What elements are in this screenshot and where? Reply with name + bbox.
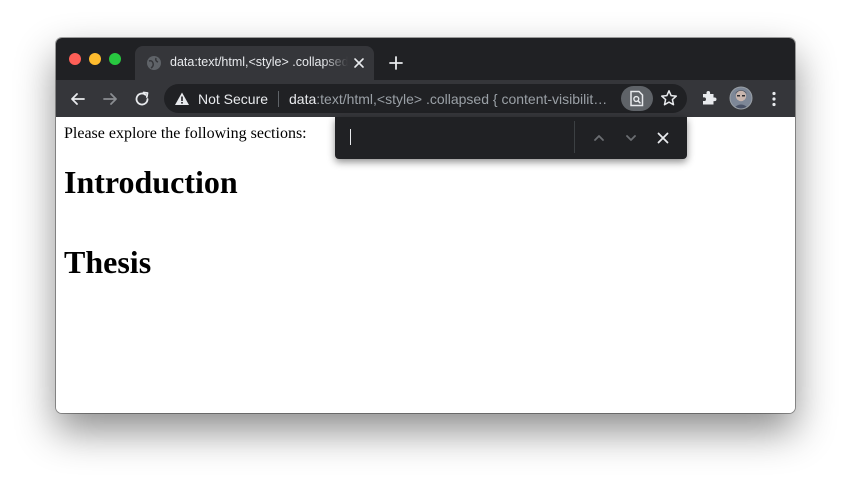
address-bar[interactable]: Not Secure data:text/html,<style> .colla… xyxy=(164,84,687,113)
avatar[interactable] xyxy=(729,86,753,110)
page-content: Please explore the following sections: I… xyxy=(56,117,795,413)
minimize-window-button[interactable] xyxy=(89,53,101,65)
text-caret xyxy=(350,129,351,145)
find-in-page-icon xyxy=(630,90,644,107)
star-icon[interactable] xyxy=(660,89,678,107)
heading-introduction: Introduction xyxy=(64,164,238,200)
tab-strip: data:text/html,<style> .collapsed { cont… xyxy=(56,38,795,80)
close-icon[interactable] xyxy=(352,56,366,70)
tab-title: data:text/html,<style> .collapsed { cont… xyxy=(170,55,348,69)
intro-text: Please explore the following sections: xyxy=(64,125,307,142)
close-window-button[interactable] xyxy=(69,53,81,65)
toolbar: Not Secure data:text/html,<style> .colla… xyxy=(56,80,795,117)
back-arrow-icon[interactable] xyxy=(68,89,88,109)
reload-icon[interactable] xyxy=(132,89,152,109)
forward-arrow-icon[interactable] xyxy=(100,89,120,109)
warning-icon[interactable] xyxy=(174,91,190,107)
url-text[interactable]: data:text/html,<style> .collapsed { cont… xyxy=(289,91,611,107)
browser-window: data:text/html,<style> .collapsed { cont… xyxy=(56,38,795,413)
url-rest: :text/html,<style> .collapsed { content-… xyxy=(316,91,611,107)
heading-thesis: Thesis xyxy=(64,244,152,280)
url-scheme: data xyxy=(289,91,317,107)
security-status-label[interactable]: Not Secure xyxy=(198,91,268,107)
omnibox-divider xyxy=(278,91,279,107)
chevron-down-icon[interactable] xyxy=(622,129,640,147)
chevron-up-icon[interactable] xyxy=(590,129,608,147)
tab-active[interactable]: data:text/html,<style> .collapsed { cont… xyxy=(135,46,374,80)
find-divider xyxy=(574,121,575,153)
find-in-page-button[interactable] xyxy=(621,86,653,111)
find-input[interactable] xyxy=(347,125,567,151)
puzzle-icon[interactable] xyxy=(699,88,719,108)
find-bar xyxy=(335,117,687,159)
close-icon[interactable] xyxy=(654,129,672,147)
kebab-menu-icon[interactable] xyxy=(764,89,784,109)
maximize-window-button[interactable] xyxy=(109,53,121,65)
plus-icon[interactable] xyxy=(387,54,405,72)
globe-icon xyxy=(147,56,161,70)
